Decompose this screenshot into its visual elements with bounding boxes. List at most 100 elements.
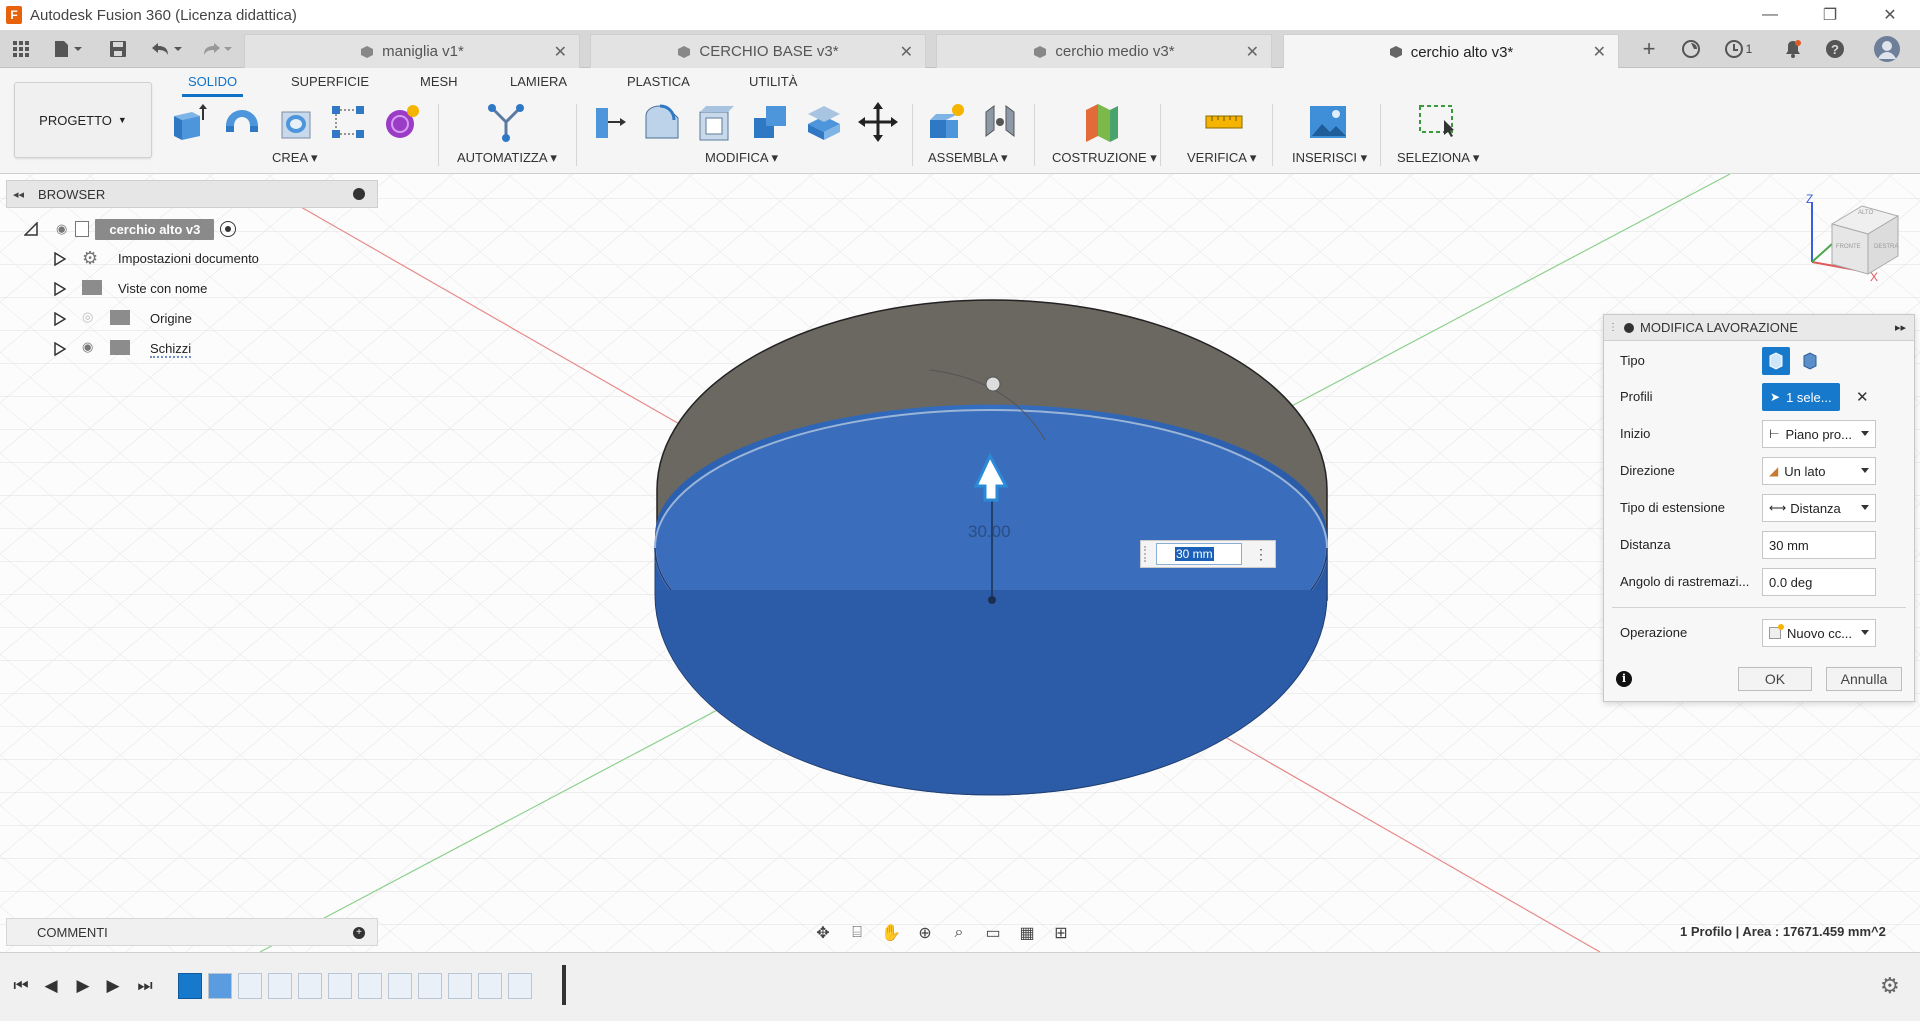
collapse-browser-icon[interactable]: ◂◂ (13, 188, 24, 201)
eye-icon[interactable]: ◉ (56, 221, 67, 237)
tab-lamiera[interactable]: LAMIERA (510, 74, 567, 89)
close-tab-icon[interactable]: ✕ (1593, 42, 1606, 62)
group-assembla[interactable]: ASSEMBLA ▾ (928, 150, 1008, 166)
joint-icon[interactable] (980, 102, 1020, 142)
gear-icon[interactable]: ⚙ (1880, 973, 1900, 999)
fillet-icon[interactable] (642, 102, 682, 142)
automate-icon[interactable] (486, 102, 526, 142)
expand-triangle-icon[interactable] (54, 282, 66, 296)
timeline-feature[interactable] (268, 973, 292, 999)
orbit-icon[interactable]: ✥ (808, 920, 838, 946)
measure-icon[interactable] (1204, 102, 1244, 142)
timeline-marker[interactable] (562, 965, 566, 1005)
help-icon[interactable]: ? (1822, 36, 1848, 62)
offset-face-icon[interactable] (804, 102, 844, 142)
distance-input[interactable]: 30 mm (1156, 543, 1242, 565)
go-to-end-icon[interactable]: ⏭ (132, 973, 158, 999)
project-button[interactable]: PROGETTO ▼ (14, 82, 152, 158)
play-icon[interactable]: ▶ (70, 973, 96, 999)
tab-utilita[interactable]: UTILITÀ (749, 74, 797, 89)
tab-mesh[interactable]: MESH (420, 74, 458, 89)
expand-dialog-icon[interactable]: ▸▸ (1895, 321, 1906, 334)
group-verifica[interactable]: VERIFICA ▾ (1187, 150, 1256, 166)
timeline-feature[interactable] (238, 973, 262, 999)
group-inserisci[interactable]: INSERISCI ▾ (1292, 150, 1367, 166)
insert-image-icon[interactable] (1308, 102, 1348, 142)
operation-select[interactable]: Nuovo cc... (1762, 619, 1876, 647)
tab-cerchio-medio[interactable]: cerchio medio v3* ✕ (936, 34, 1272, 68)
tab-solido[interactable]: SOLIDO (181, 74, 244, 97)
display-settings-icon[interactable]: ▭ (978, 920, 1008, 946)
hole-icon[interactable] (276, 102, 316, 142)
step-back-icon[interactable]: ◀ (38, 973, 64, 999)
fit-zoom-icon[interactable]: ⌕ (944, 920, 974, 946)
add-comment-icon[interactable]: + (353, 927, 365, 939)
distance-field[interactable]: 30 mm (1762, 531, 1876, 559)
timeline-feature[interactable] (418, 973, 442, 999)
zoom-icon[interactable]: ⊕ (910, 920, 940, 946)
dialog-header[interactable]: ⋮ MODIFICA LAVORAZIONE ▸▸ (1604, 315, 1914, 341)
press-pull-icon[interactable] (590, 102, 630, 142)
comments-panel[interactable]: COMMENTI + (6, 918, 378, 946)
revolve-icon[interactable] (222, 102, 262, 142)
look-at-icon[interactable]: ⌸ (842, 920, 872, 946)
tab-cerchio-alto[interactable]: cerchio alto v3* ✕ (1283, 34, 1619, 69)
new-tab-icon[interactable]: + (1636, 36, 1662, 62)
clear-selection-icon[interactable]: ✕ (1856, 388, 1869, 406)
type-thin-button[interactable] (1796, 347, 1824, 375)
create-form-icon[interactable] (382, 102, 422, 142)
start-select[interactable]: ⊢ Piano pro... (1762, 420, 1876, 448)
timeline-feature[interactable] (328, 973, 352, 999)
maximize-button[interactable]: ❐ (1800, 0, 1860, 30)
drag-handle[interactable]: ⋮ (1608, 322, 1618, 333)
step-forward-icon[interactable]: ▶ (100, 973, 126, 999)
go-to-start-icon[interactable]: ⏮ (8, 973, 34, 999)
user-avatar[interactable] (1872, 36, 1902, 62)
direction-select[interactable]: ◢ Un lato (1762, 457, 1876, 485)
expand-triangle-icon[interactable] (54, 252, 66, 266)
timeline-feature[interactable] (508, 973, 532, 999)
pattern-icon[interactable] (328, 102, 368, 142)
combine-icon[interactable] (750, 102, 790, 142)
new-component-icon[interactable] (926, 102, 966, 142)
taper-angle-field[interactable]: 0.0 deg (1762, 568, 1876, 596)
tree-root-row[interactable]: ◉ cerchio alto v3 (23, 216, 237, 242)
browser-panel-header[interactable]: ◂◂ BROWSER (6, 180, 378, 208)
expanded-triangle-icon[interactable] (23, 221, 38, 236)
timeline-feature[interactable] (358, 973, 382, 999)
eye-icon[interactable]: ◉ (82, 339, 93, 355)
tab-maniglia[interactable]: maniglia v1* ✕ (244, 34, 580, 68)
info-icon[interactable]: i (1616, 671, 1632, 687)
activate-radio-icon[interactable] (220, 221, 237, 237)
cancel-button[interactable]: Annulla (1826, 667, 1902, 691)
tab-superficie[interactable]: SUPERFICIE (291, 74, 369, 89)
bell-icon[interactable] (1780, 36, 1806, 62)
hidden-eye-icon[interactable]: ◎ (82, 309, 93, 325)
expand-triangle-icon[interactable] (54, 312, 66, 326)
tab-plastica[interactable]: PLASTICA (627, 74, 690, 89)
timeline-feature[interactable] (448, 973, 472, 999)
viewports-icon[interactable]: ⊞ (1046, 920, 1076, 946)
type-solid-button[interactable] (1762, 347, 1790, 375)
group-seleziona[interactable]: SELEZIONA ▾ (1397, 150, 1479, 166)
history-icon[interactable]: 1 (1718, 36, 1758, 62)
view-cube[interactable]: Z X ALTO FRONTE DESTRA (1802, 192, 1902, 294)
root-component-label[interactable]: cerchio alto v3 (95, 218, 215, 240)
timeline-feature[interactable] (478, 973, 502, 999)
select-window-icon[interactable] (1418, 102, 1458, 142)
ok-button[interactable]: OK (1738, 667, 1812, 691)
redo-icon[interactable] (196, 36, 236, 62)
minus-circle-icon[interactable] (353, 188, 365, 200)
close-tab-icon[interactable]: ✕ (1246, 42, 1259, 62)
timeline-feature[interactable] (298, 973, 322, 999)
group-crea[interactable]: CREA ▾ (272, 150, 318, 166)
pan-hand-icon[interactable]: ✋ (876, 920, 906, 946)
save-icon[interactable] (106, 36, 130, 62)
undo-icon[interactable] (146, 36, 186, 62)
minus-circle-icon[interactable] (1624, 322, 1634, 333)
offset-plane-icon[interactable] (1082, 102, 1122, 142)
group-costruzione[interactable]: COSTRUZIONE ▾ (1052, 150, 1157, 166)
group-modifica[interactable]: MODIFICA ▾ (705, 150, 778, 166)
profile-selection-button[interactable]: ➤ 1 sele... (1762, 383, 1840, 411)
close-window-button[interactable]: ✕ (1860, 0, 1920, 30)
